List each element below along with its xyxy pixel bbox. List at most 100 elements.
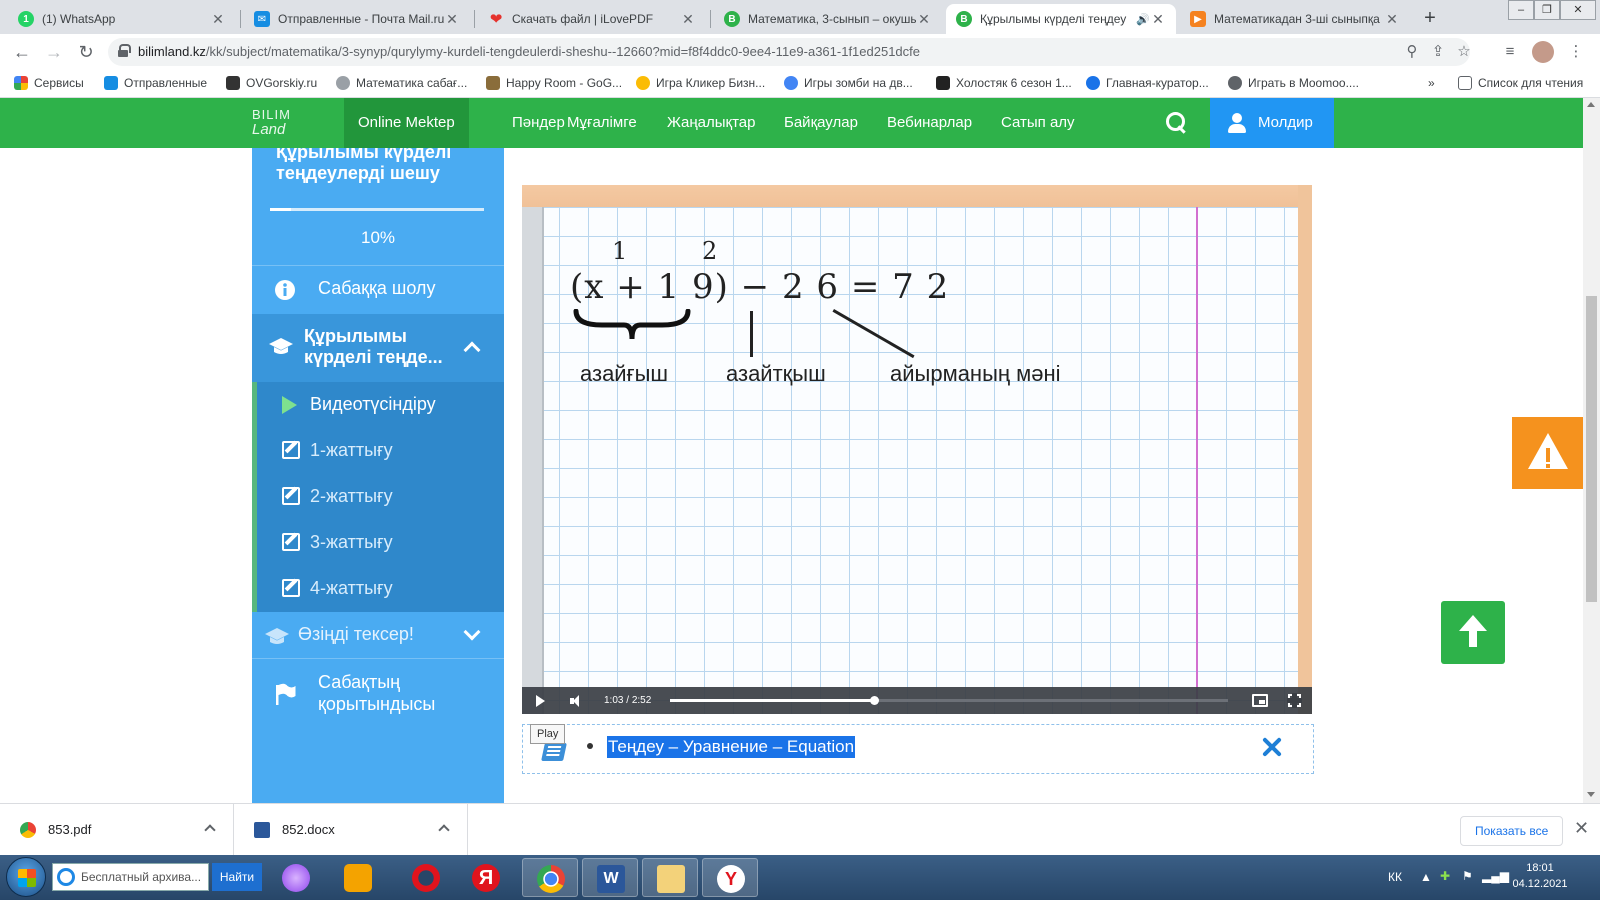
yandex-icon: Я xyxy=(472,864,500,892)
report-error-button[interactable] xyxy=(1512,417,1584,489)
scrollbar-thumb[interactable] xyxy=(1586,296,1597,602)
url-text[interactable]: bilimland.kz/kk/subject/matematika/3-syn… xyxy=(138,44,920,59)
close-icon[interactable]: ✕ xyxy=(210,11,226,28)
browser-tab[interactable]: B Математика, 3-сынып – окушы ✕ xyxy=(714,4,942,34)
sidebar-item-exercise-3[interactable]: 3-жаттығу xyxy=(252,520,504,566)
chevron-up-icon[interactable] xyxy=(463,341,481,359)
volume-icon[interactable] xyxy=(570,695,584,707)
browser-tab[interactable]: 1 (1) WhatsApp ✕ xyxy=(8,4,236,34)
reload-button[interactable]: ↻ xyxy=(74,40,98,64)
video-player[interactable]: 1 2 (x + 1 9) − 2 6 = 7 2 азайғыш азайтқ… xyxy=(522,185,1312,714)
nav-buy[interactable]: Сатып алу xyxy=(987,98,1089,148)
maximize-button[interactable]: ❐ xyxy=(1534,0,1560,20)
download-item[interactable]: 853.pdf xyxy=(0,804,234,856)
close-icon[interactable]: ✕ xyxy=(916,11,932,28)
chevron-up-icon[interactable] xyxy=(438,824,450,836)
search-icon[interactable] xyxy=(1166,112,1188,134)
new-tab-button[interactable]: + xyxy=(1418,7,1442,31)
bookmark-item[interactable]: Математика сабағ... xyxy=(336,76,467,90)
page-scrollbar[interactable] xyxy=(1583,98,1600,803)
taskbar-find-button[interactable]: Найти xyxy=(212,863,262,891)
bookmark-item[interactable]: Играть в Moomoo.... xyxy=(1228,76,1359,90)
bookmark-item[interactable]: Сервисы xyxy=(14,76,84,90)
picture-in-picture-icon[interactable] xyxy=(1252,694,1268,707)
user-menu-button[interactable]: Молдир xyxy=(1210,98,1334,148)
taskbar-search-box[interactable]: Бесплатный архива... xyxy=(52,863,209,891)
reading-list[interactable]: Список для чтения xyxy=(1458,76,1583,90)
bookmark-item[interactable]: Игра Кликер Бизн... xyxy=(636,76,765,90)
start-button[interactable] xyxy=(6,857,46,897)
browser-tab[interactable]: ❤ Скачать файл | iLovePDF ✕ xyxy=(478,4,706,34)
browser-tab-active[interactable]: B Құрылымы күрделі теңдеу 🔊 ✕ xyxy=(946,4,1176,34)
close-icon[interactable] xyxy=(1259,735,1285,761)
share-icon[interactable]: ⇪ xyxy=(1428,42,1448,62)
tray-arrow-icon[interactable]: ▲ xyxy=(1420,870,1432,884)
taskbar-app[interactable] xyxy=(398,858,454,897)
close-icon[interactable]: ✕ xyxy=(1150,11,1166,28)
sidebar-item-exercise-2[interactable]: 2-жаттығу xyxy=(252,474,504,520)
media-control-icon[interactable]: ≡ xyxy=(1500,42,1520,62)
scroll-to-top-button[interactable] xyxy=(1441,601,1505,664)
fullscreen-icon[interactable] xyxy=(1287,693,1302,708)
sidebar-item-summary[interactable]: Сабақтың қорытындысы xyxy=(252,659,504,729)
language-indicator[interactable]: КК xyxy=(1388,870,1402,884)
nav-for-teacher[interactable]: Мұғалімге xyxy=(553,98,651,148)
flag-icon[interactable]: ⚑ xyxy=(1462,869,1473,883)
bookmark-item[interactable]: Happy Room - GoG... xyxy=(486,76,622,90)
forward-button[interactable]: → xyxy=(42,40,66,64)
close-icon[interactable]: ✕ xyxy=(1574,818,1589,839)
bookmark-item[interactable]: Холостяк 6 сезон 1... xyxy=(936,76,1072,90)
close-icon[interactable]: ✕ xyxy=(1384,11,1400,28)
chevron-down-icon[interactable] xyxy=(463,623,481,641)
sidebar-item-video[interactable]: Видеотүсіндіру xyxy=(252,382,504,428)
sidebar-item-self-check[interactable]: Өзіңді тексер! xyxy=(252,612,504,658)
scroll-up-arrow[interactable] xyxy=(1587,102,1595,107)
speaker-icon[interactable]: 🔊 xyxy=(1136,13,1150,26)
video-seek-bar[interactable] xyxy=(670,696,1228,705)
edit-icon xyxy=(282,487,300,505)
chevron-up-icon[interactable] xyxy=(204,824,216,836)
edit-icon xyxy=(282,441,300,459)
close-icon[interactable]: ✕ xyxy=(444,11,460,28)
download-item[interactable]: 852.docx xyxy=(234,804,468,856)
nav-online-mektep[interactable]: Online Mektep xyxy=(344,98,469,148)
scroll-down-arrow[interactable] xyxy=(1587,792,1595,797)
nav-webinars[interactable]: Вебинарлар xyxy=(873,98,986,148)
clock[interactable]: 18:01 04.12.2021 xyxy=(1510,860,1570,892)
nav-contests[interactable]: Байқаулар xyxy=(770,98,872,148)
taskbar-app-yandex-browser[interactable]: Y xyxy=(702,858,758,897)
bookmark-item[interactable]: OVGorskiy.ru xyxy=(226,76,317,90)
nav-news[interactable]: Жаңалықтар xyxy=(653,98,769,148)
signal-icon[interactable]: ▂▄▆ xyxy=(1482,869,1509,883)
bookmark-item[interactable]: Игры зомби на дв... xyxy=(784,76,913,90)
browser-tab[interactable]: ▶ Математикадан 3-ші сыныпқа ✕ xyxy=(1180,4,1410,34)
browser-tab[interactable]: ✉ Отправленные - Почта Mail.ru ✕ xyxy=(244,4,470,34)
menu-icon[interactable]: ⋮ xyxy=(1566,42,1586,62)
profile-avatar[interactable] xyxy=(1532,41,1554,63)
taskbar-app[interactable] xyxy=(330,858,386,897)
sidebar-item-exercise-1[interactable]: 1-жаттығу xyxy=(252,428,504,474)
minimize-button[interactable]: – xyxy=(1508,0,1534,20)
address-bar[interactable]: bilimland.kz/kk/subject/matematika/3-syn… xyxy=(108,38,1471,66)
bookmarks-more[interactable]: » xyxy=(1428,76,1435,90)
show-all-downloads-button[interactable]: Показать все xyxy=(1460,816,1564,846)
taskbar-app[interactable]: Я xyxy=(458,858,514,897)
network-status-icon[interactable]: ✚ xyxy=(1440,869,1450,883)
seek-handle[interactable] xyxy=(870,696,880,705)
sidebar-item-exercise-4[interactable]: 4-жаттығу xyxy=(252,566,504,612)
sidebar-section-current[interactable]: Құрылымы күрделі теңде... xyxy=(252,314,504,382)
taskbar-app-chrome[interactable] xyxy=(522,858,578,897)
play-icon[interactable] xyxy=(536,695,545,707)
bookmark-star-icon[interactable]: ☆ xyxy=(1454,42,1474,62)
taskbar-app[interactable] xyxy=(268,858,324,897)
bookmark-item[interactable]: Главная-куратор... xyxy=(1086,76,1209,90)
zoom-icon[interactable]: ⚲ xyxy=(1402,42,1422,62)
window-close-button[interactable]: ✕ xyxy=(1560,0,1596,20)
bookmark-item[interactable]: Отправленные xyxy=(104,76,207,90)
close-icon[interactable]: ✕ xyxy=(680,11,696,28)
back-button[interactable]: ← xyxy=(10,40,34,64)
bilimland-logo[interactable]: BILIM Land xyxy=(252,107,291,137)
sidebar-item-overview[interactable]: Сабаққа шолу xyxy=(252,266,504,314)
taskbar-app-word[interactable]: W xyxy=(582,858,638,897)
taskbar-app-explorer[interactable] xyxy=(642,858,698,897)
